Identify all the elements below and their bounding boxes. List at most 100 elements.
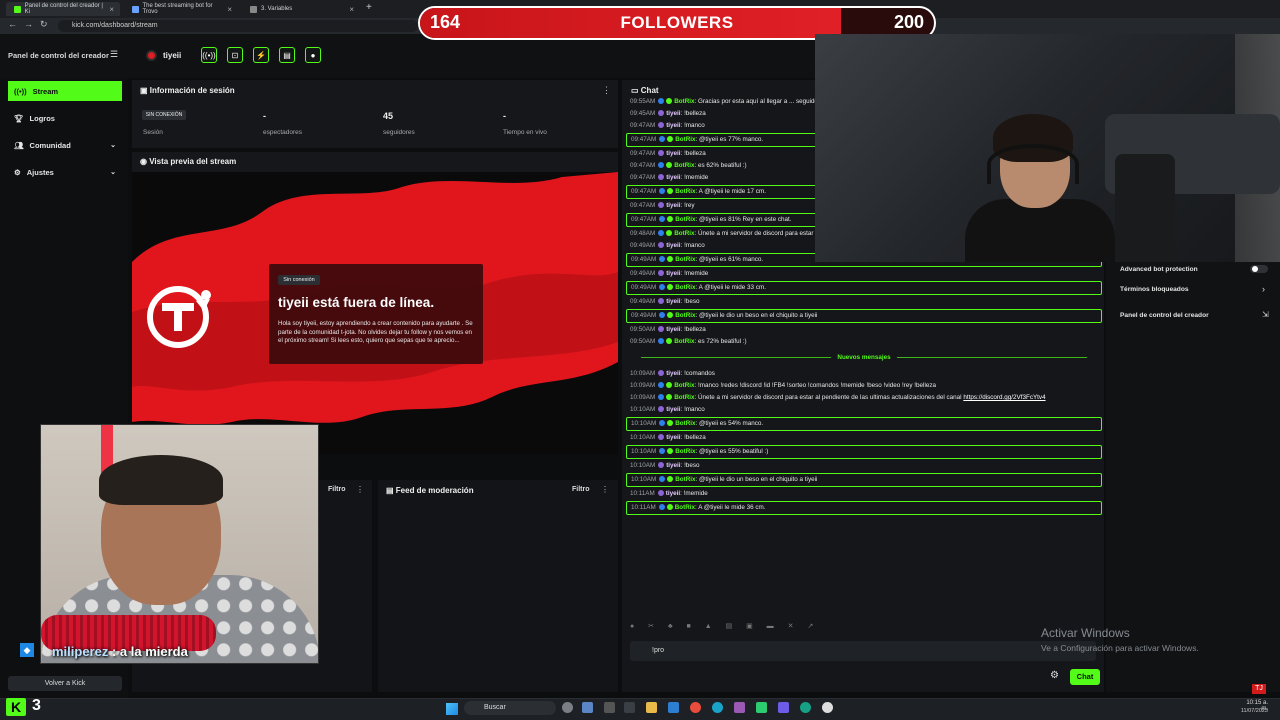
more-options-icon[interactable]: ⋮ <box>601 485 609 494</box>
discord-icon[interactable] <box>778 702 789 713</box>
chat-username[interactable]: BotRix <box>674 162 694 169</box>
guest-webcam <box>40 424 319 664</box>
chat-input[interactable]: !pro <box>630 641 1096 661</box>
chat-username[interactable]: tiyeii <box>666 490 680 497</box>
chat-username[interactable]: tiyeii <box>666 174 680 181</box>
sidebar-item-logros[interactable]: 🏆︎ Logros <box>8 108 122 128</box>
chat-username[interactable]: tiyeii <box>666 370 680 377</box>
chat-message: 09:49AM tiyeii: !beso <box>626 296 1102 308</box>
chat-username[interactable]: BotRix <box>675 448 695 455</box>
taskbar-search[interactable]: Buscar <box>464 701 556 715</box>
file-explorer-icon[interactable] <box>646 702 657 713</box>
task-view-icon[interactable] <box>562 702 573 713</box>
chat-message: 10:09AM BotRix: Únete a mi servidor de di… <box>626 392 1102 404</box>
sidebar-item-stream[interactable]: ((•)) Stream <box>8 81 122 101</box>
more-options-icon[interactable]: ⋮ <box>356 485 364 494</box>
chat-username[interactable]: tiyeii <box>666 150 680 157</box>
chat-username[interactable]: tiyeii <box>666 242 680 249</box>
broadcast-icon[interactable]: ((•)) <box>201 47 217 63</box>
user-badge-icon <box>658 174 665 181</box>
chat-username[interactable]: BotRix <box>675 312 695 319</box>
chat-text: !manco <box>684 242 705 249</box>
chat-username[interactable]: BotRix <box>675 216 695 223</box>
chat-username[interactable]: tiyeii <box>666 110 680 117</box>
lightning-icon[interactable]: ⚡ <box>253 47 269 63</box>
chat-username[interactable]: tiyeii <box>666 202 680 209</box>
reload-icon[interactable]: ↻ <box>40 19 48 30</box>
back-arrow-icon[interactable]: ← <box>8 19 17 29</box>
chat-username[interactable]: BotRix <box>674 98 694 105</box>
forward-arrow-icon[interactable]: → <box>24 19 33 29</box>
chat-username[interactable]: BotRix <box>674 338 694 345</box>
chat-username[interactable]: BotRix <box>675 284 695 291</box>
widgets-icon[interactable] <box>582 702 593 713</box>
app-icon[interactable] <box>734 702 745 713</box>
stat-viewers-value: - <box>263 111 266 121</box>
taskbar <box>0 698 1280 720</box>
tab-creator-dashboard[interactable]: Panel de control del creador | Ki × <box>6 2 120 16</box>
collapse-arrow-icon[interactable]: ⇲ <box>1262 310 1269 319</box>
camera-icon[interactable] <box>604 702 615 713</box>
url-input[interactable]: kick.com/dashboard/stream <box>58 20 418 32</box>
chat-text: !beso <box>684 462 700 469</box>
chat-timestamp: 09:47AM <box>631 188 657 195</box>
chat-username[interactable]: tiyeii <box>666 270 680 277</box>
notepad-icon[interactable] <box>756 702 767 713</box>
bot-badge-icon <box>659 312 666 319</box>
chat-source-icon: ◆ <box>20 643 34 657</box>
user-badge-icon <box>658 202 665 209</box>
chat-username[interactable]: BotRix <box>674 230 694 237</box>
chat-timestamp: 09:49AM <box>631 256 657 263</box>
close-tab-icon[interactable]: × <box>349 5 354 14</box>
sidebar-item-comunidad[interactable]: 👥︎ Comunidad ⌄ <box>8 135 122 155</box>
store-icon[interactable] <box>668 702 679 713</box>
chevron-right-icon: › <box>1262 284 1265 294</box>
chat-link[interactable]: https://discord.gg/2Vf3FcYtv4 <box>963 394 1045 401</box>
windows-start-icon[interactable] <box>446 703 458 715</box>
chat-username[interactable]: BotRix <box>674 394 694 401</box>
moderation-feed-panel <box>378 480 618 692</box>
chat-username[interactable]: BotRix <box>674 382 694 389</box>
blocked-terms-link[interactable]: Términos bloqueados <box>1120 286 1189 293</box>
close-tab-icon[interactable]: × <box>109 5 114 14</box>
tab-botrix[interactable]: The best streaming bot for Trovo × <box>124 2 238 16</box>
more-options-icon[interactable]: ⋮ <box>602 85 611 96</box>
user-badge-icon <box>658 110 665 117</box>
notes-icon[interactable]: ▤ <box>279 47 295 63</box>
channel-avatar[interactable] <box>146 50 157 61</box>
close-tab-icon[interactable]: × <box>227 5 232 14</box>
obs-icon[interactable] <box>822 702 833 713</box>
chat-bubble-icon[interactable]: ● <box>305 47 321 63</box>
chat-username[interactable]: BotRix <box>675 476 695 483</box>
chat-username[interactable]: tiyeii <box>666 406 680 413</box>
moderation-filter-button[interactable]: Filtro <box>572 486 590 493</box>
chat-username[interactable]: BotRix <box>675 256 695 263</box>
chat-settings-gear-icon[interactable]: ⚙ <box>1050 670 1059 681</box>
chat-username[interactable]: BotRix <box>675 188 695 195</box>
chat-username[interactable]: BotRix <box>675 420 695 427</box>
chat-username[interactable]: tiyeii <box>666 326 680 333</box>
chat-username[interactable]: tiyeii <box>666 434 680 441</box>
activity-filter-button[interactable]: Filtro <box>328 486 346 493</box>
chat-username[interactable]: BotRix <box>675 136 695 143</box>
bot-protection-toggle[interactable] <box>1250 265 1268 273</box>
chat-username[interactable]: tiyeii <box>666 122 680 129</box>
chat-username[interactable]: tiyeii <box>666 298 680 305</box>
focus-icon[interactable]: ⊡ <box>227 47 243 63</box>
chat-emote-toolbar[interactable]: ● ✂ ♣ ■ ▲ ▤ ▣ ▬ ✕ ↗ <box>630 622 819 630</box>
app-icon-2[interactable] <box>800 702 811 713</box>
tab-variables[interactable]: 3. Variables × <box>242 2 360 16</box>
collapse-menu-icon[interactable]: ☰ <box>110 49 118 60</box>
sidebar-item-ajustes[interactable]: ⚙ Ajustes ⌄ <box>8 162 122 182</box>
bot-badge-icon <box>658 382 665 389</box>
terminal-icon[interactable] <box>624 702 635 713</box>
chat-send-button[interactable]: Chat <box>1070 669 1100 685</box>
chat-username[interactable]: BotRix <box>675 504 695 511</box>
creator-dashboard-link[interactable]: Panel de control del creador <box>1120 312 1209 319</box>
chat-username[interactable]: tiyeii <box>666 462 680 469</box>
edge-icon[interactable] <box>712 702 723 713</box>
chrome-icon[interactable] <box>690 702 701 713</box>
chat-message: 10:10AM tiyeii: !belleza <box>626 432 1102 444</box>
new-tab-button[interactable]: + <box>366 2 372 13</box>
back-to-kick-button[interactable]: Volver a Kick <box>8 676 122 691</box>
